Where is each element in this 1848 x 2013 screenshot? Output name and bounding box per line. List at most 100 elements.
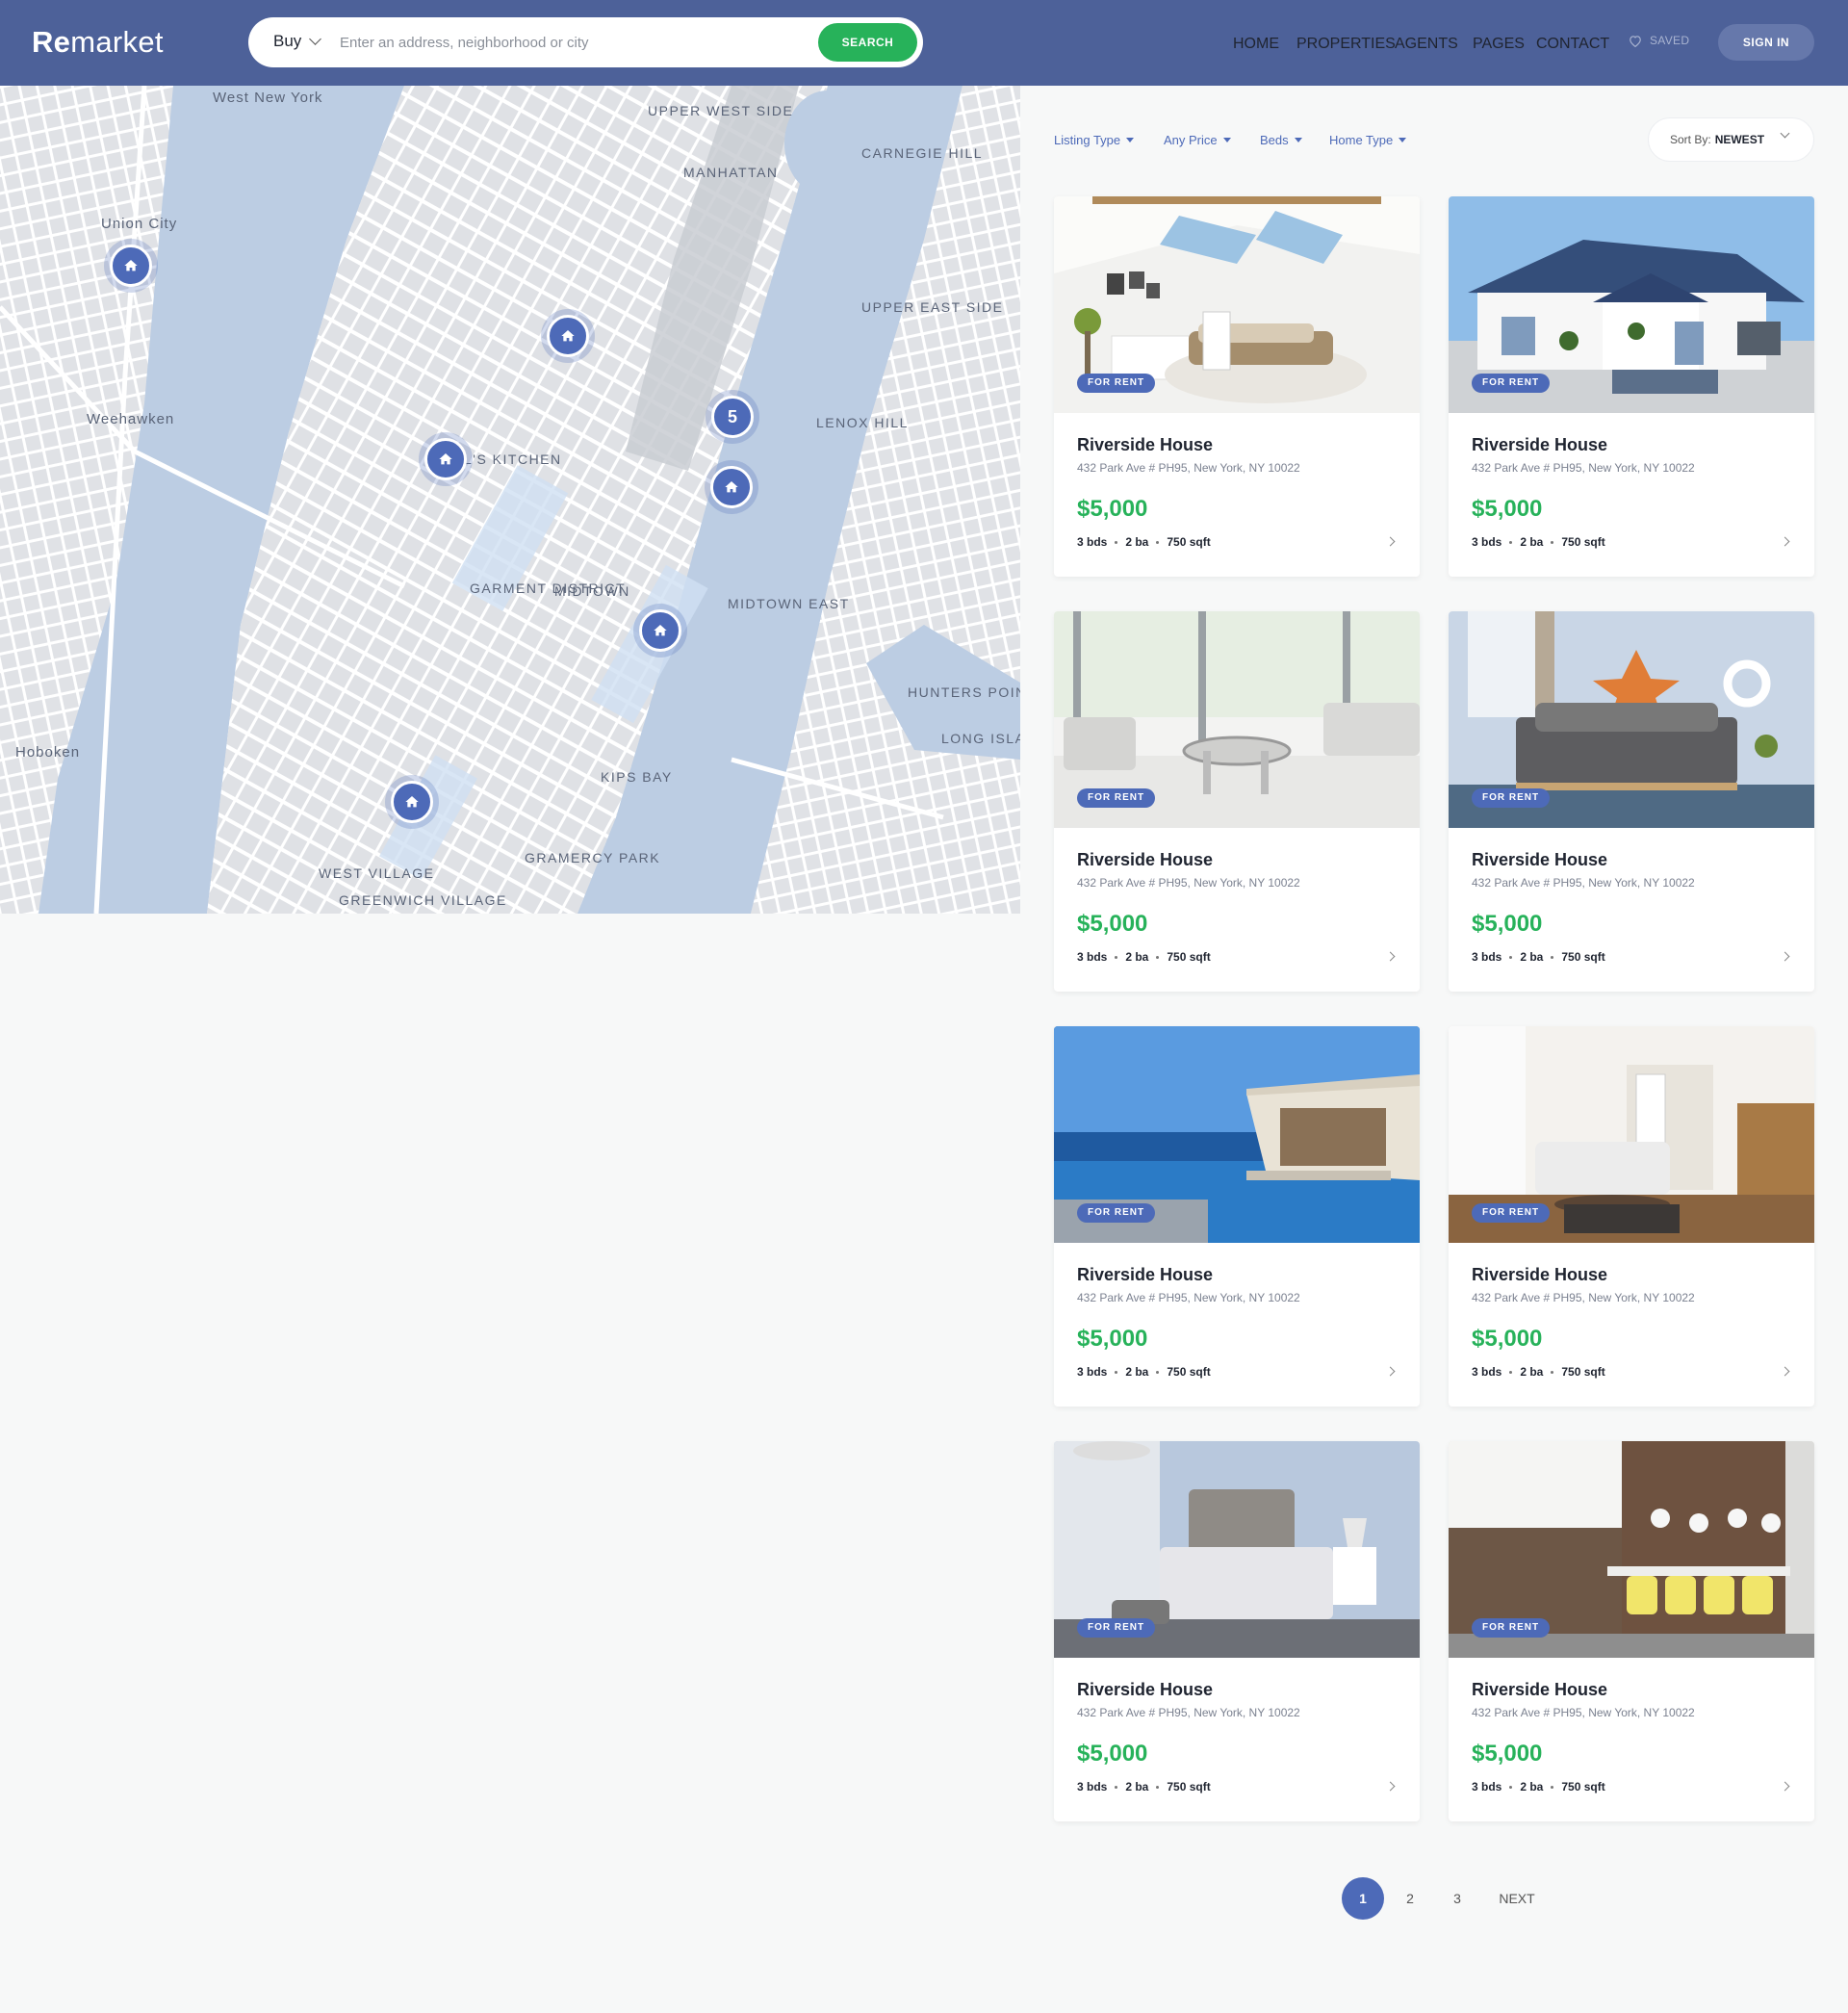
map-label: LONG ISLAND CIT — [941, 731, 1020, 746]
map-marker[interactable] — [424, 438, 467, 480]
area-size: 750 sqft — [1561, 1365, 1605, 1379]
listing-card[interactable]: FOR RENT Riverside House 432 Park Ave # … — [1449, 1026, 1814, 1407]
map-label: Weehawken — [87, 411, 175, 427]
map-label: MANHATTAN — [683, 165, 779, 180]
home-icon — [654, 625, 667, 636]
separator-dot — [1551, 955, 1554, 959]
chevron-right-icon[interactable] — [1385, 1366, 1396, 1377]
saved-label: SAVED — [1650, 34, 1690, 47]
sign-in-button[interactable]: SIGN IN — [1718, 24, 1814, 61]
listing-price: $5,000 — [1077, 496, 1148, 522]
map-label: UPPER EAST SIDE — [861, 299, 1004, 315]
baths-count: 2 ba — [1520, 1365, 1544, 1379]
listing-card[interactable]: FOR RENT Riverside House 432 Park Ave # … — [1054, 196, 1420, 577]
listing-type-dropdown[interactable]: Buy — [273, 32, 322, 51]
listing-price: $5,000 — [1472, 1326, 1543, 1352]
chevron-right-icon[interactable] — [1385, 1781, 1396, 1792]
nav-properties[interactable]: PROPERTIES — [1296, 36, 1396, 53]
listing-address: 432 Park Ave # PH95, New York, NY 10022 — [1472, 461, 1695, 475]
listing-card[interactable]: FOR RENT Riverside House 432 Park Ave # … — [1449, 196, 1814, 577]
nav-agents[interactable]: AGENTS — [1395, 36, 1458, 53]
listing-title[interactable]: Riverside House — [1077, 850, 1213, 870]
search-input[interactable] — [340, 29, 754, 56]
beds-count: 3 bds — [1472, 1365, 1502, 1379]
sort-dropdown[interactable]: Sort By: NEWEST — [1648, 117, 1814, 162]
baths-count: 2 ba — [1125, 1780, 1149, 1794]
map-canvas[interactable] — [0, 86, 1020, 914]
beds-count: 3 bds — [1077, 535, 1108, 549]
filter-home-type[interactable]: Home Type — [1329, 133, 1407, 147]
map-marker[interactable] — [547, 315, 589, 357]
chevron-right-icon[interactable] — [1385, 951, 1396, 962]
listing-specs: 3 bds 2 ba 750 sqft — [1472, 1365, 1605, 1379]
listing-address: 432 Park Ave # PH95, New York, NY 10022 — [1472, 876, 1695, 890]
filter-listing-type[interactable]: Listing Type — [1054, 133, 1135, 147]
chevron-right-icon[interactable] — [1780, 1366, 1790, 1377]
chevron-down-icon — [309, 33, 322, 45]
listing-card[interactable]: FOR RENT Riverside House 432 Park Ave # … — [1054, 1441, 1420, 1821]
beds-count: 3 bds — [1077, 950, 1108, 964]
beds-count: 3 bds — [1472, 1780, 1502, 1794]
map-marker[interactable] — [391, 781, 433, 823]
filter-price[interactable]: Any Price — [1164, 133, 1231, 147]
home-icon — [124, 260, 138, 271]
for-rent-badge: FOR RENT — [1077, 1203, 1156, 1223]
map-cluster-marker[interactable]: 5 — [711, 396, 754, 438]
page-1[interactable]: 1 — [1342, 1877, 1384, 1920]
listing-price: $5,000 — [1472, 1741, 1543, 1767]
listing-title[interactable]: Riverside House — [1077, 435, 1213, 455]
chevron-right-icon[interactable] — [1385, 536, 1396, 547]
listing-address: 432 Park Ave # PH95, New York, NY 10022 — [1077, 1291, 1300, 1304]
beds-count: 3 bds — [1077, 1780, 1108, 1794]
saved-link[interactable]: SAVED — [1629, 34, 1689, 47]
listing-type-value: Buy — [273, 32, 302, 50]
map-label: GREENWICH VILLAGE — [339, 892, 507, 908]
listing-address: 432 Park Ave # PH95, New York, NY 10022 — [1077, 1706, 1300, 1719]
listing-card[interactable]: FOR RENT Riverside House 432 Park Ave # … — [1449, 1441, 1814, 1821]
page-3[interactable]: 3 — [1446, 1877, 1469, 1920]
listing-title[interactable]: Riverside House — [1472, 1265, 1607, 1285]
filter-label: Any Price — [1164, 133, 1218, 147]
page-2[interactable]: 2 — [1399, 1877, 1422, 1920]
home-icon — [725, 481, 738, 493]
separator-dot — [1551, 1785, 1554, 1789]
baths-count: 2 ba — [1520, 950, 1544, 964]
home-icon — [561, 330, 575, 342]
separator-dot — [1551, 540, 1554, 544]
listing-title[interactable]: Riverside House — [1077, 1680, 1213, 1700]
map-marker[interactable] — [110, 245, 152, 287]
nav-home[interactable]: HOME — [1233, 36, 1279, 53]
map-marker[interactable] — [639, 609, 681, 652]
separator-dot — [1156, 1370, 1160, 1374]
chevron-right-icon[interactable] — [1780, 1781, 1790, 1792]
chevron-right-icon[interactable] — [1780, 951, 1790, 962]
home-icon — [405, 796, 419, 808]
listing-card[interactable]: FOR RENT Riverside House 432 Park Ave # … — [1449, 611, 1814, 992]
map-label: GRAMERCY PARK — [525, 850, 661, 865]
listing-title[interactable]: Riverside House — [1472, 850, 1607, 870]
property-map[interactable]: West New York Union City Weehawken UPPER… — [0, 86, 1020, 914]
next-page-button[interactable]: NEXT — [1496, 1877, 1538, 1920]
separator-dot — [1115, 1370, 1118, 1374]
nav-pages[interactable]: PAGES — [1473, 36, 1525, 53]
map-label: L'S KITCHEN — [464, 452, 562, 467]
listing-price: $5,000 — [1472, 496, 1543, 522]
listing-title[interactable]: Riverside House — [1472, 1680, 1607, 1700]
listing-card[interactable]: FOR RENT Riverside House 432 Park Ave # … — [1054, 1026, 1420, 1407]
listing-title[interactable]: Riverside House — [1077, 1265, 1213, 1285]
map-label: UPPER WEST SIDE — [648, 103, 794, 118]
filter-beds[interactable]: Beds — [1260, 133, 1302, 147]
baths-count: 2 ba — [1125, 1365, 1149, 1379]
map-label: MIDTOWN EAST — [728, 596, 850, 611]
logo[interactable]: Remarket — [32, 25, 164, 60]
beds-count: 3 bds — [1077, 1365, 1108, 1379]
separator-dot — [1156, 1785, 1160, 1789]
map-marker[interactable] — [710, 466, 753, 508]
chevron-right-icon[interactable] — [1780, 536, 1790, 547]
baths-count: 2 ba — [1125, 535, 1149, 549]
listing-card[interactable]: FOR RENT Riverside House 432 Park Ave # … — [1054, 611, 1420, 992]
nav-contact[interactable]: CONTACT — [1536, 36, 1609, 53]
search-button[interactable]: SEARCH — [818, 23, 917, 62]
listing-title[interactable]: Riverside House — [1472, 435, 1607, 455]
area-size: 750 sqft — [1167, 535, 1211, 549]
